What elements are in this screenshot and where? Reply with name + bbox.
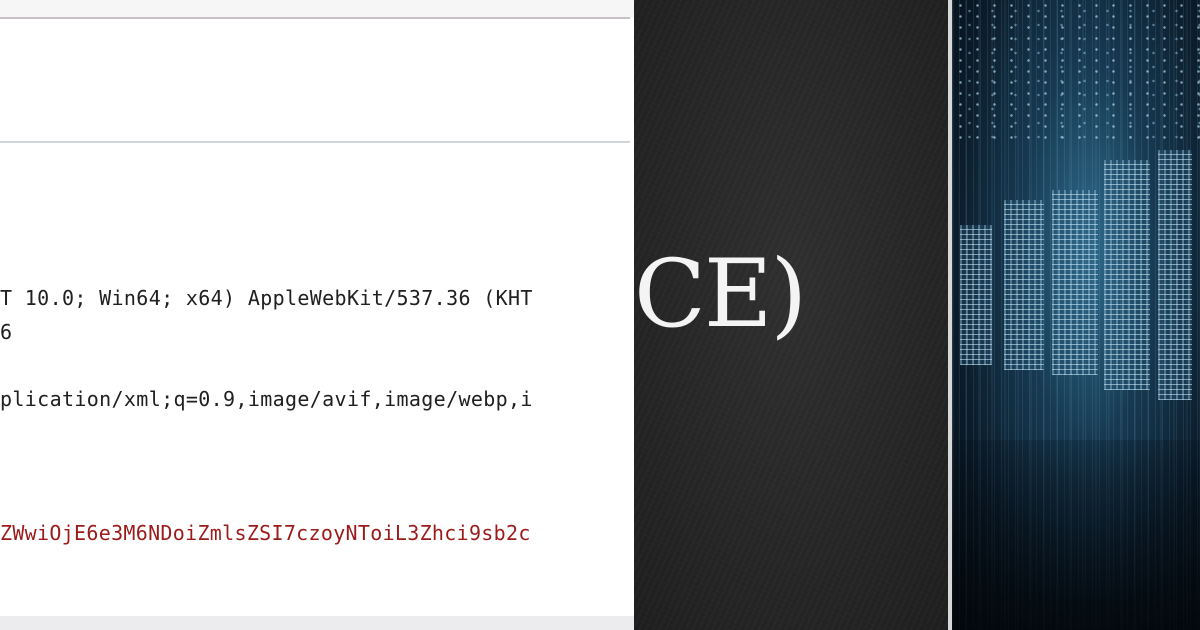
- server-rack: [1104, 160, 1150, 390]
- panel-footer-strip: [0, 616, 634, 630]
- divider-line: [0, 141, 630, 143]
- server-rack: [1004, 200, 1044, 370]
- server-rack: [960, 225, 992, 365]
- ceiling-lights: [952, 0, 1200, 140]
- server-room-image: [952, 0, 1200, 630]
- accept-header-line: plication/xml;q=0.9,image/avif,image/web…: [0, 387, 533, 411]
- floor-shadow: [952, 440, 1200, 630]
- server-rack: [1158, 150, 1192, 400]
- user-agent-line: T 10.0; Win64; x64) AppleWebKit/537.36 (…: [0, 286, 533, 310]
- server-rack: [1052, 190, 1098, 375]
- http-request-panel: T 10.0; Win64; x64) AppleWebKit/537.36 (…: [0, 0, 634, 630]
- divider-line: [0, 17, 630, 19]
- slide-title-fragment: CE): [634, 240, 807, 349]
- panel-header-strip: [0, 0, 634, 18]
- user-agent-line-continued: 6: [0, 320, 13, 344]
- cookie-payload-line: ZWwiOjE6e3M6NDoiZmlsZSI7czoyNToiL3Zhci9s…: [0, 521, 531, 545]
- chalkboard-title-panel: CE): [634, 0, 948, 630]
